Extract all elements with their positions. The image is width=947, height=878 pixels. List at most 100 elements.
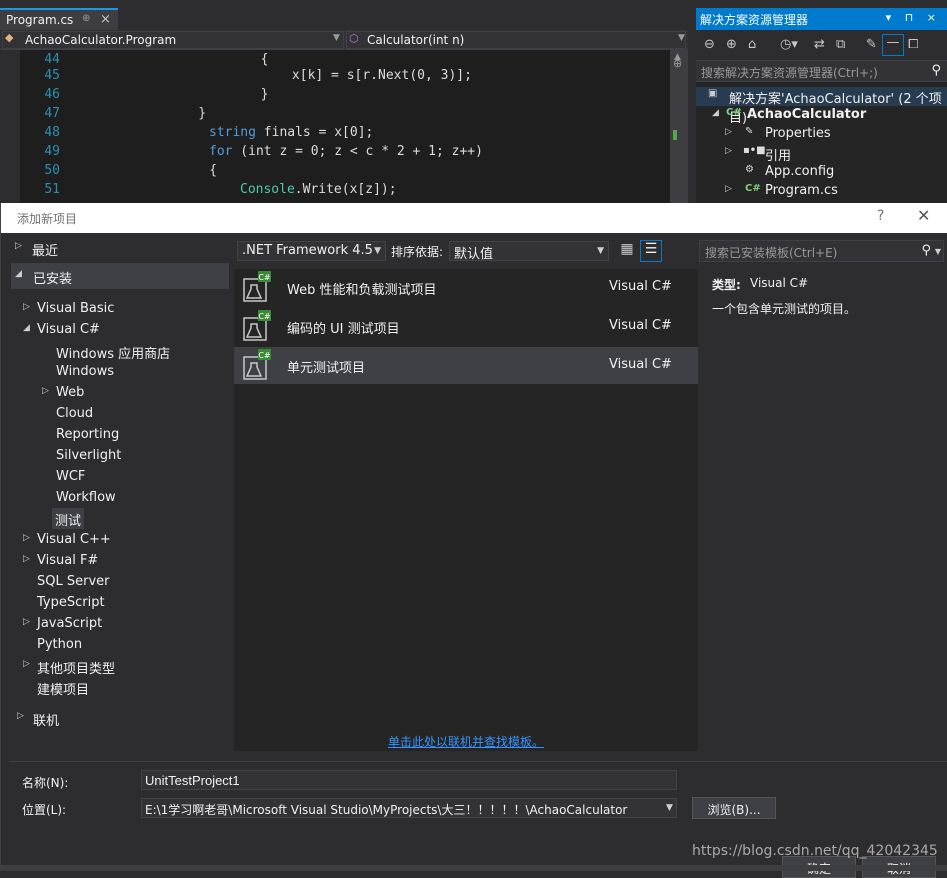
chevron-down-icon: ▼ [374, 246, 381, 256]
properties-icon[interactable]: ✎ [866, 37, 877, 52]
forward-icon[interactable]: ⊕ [726, 37, 737, 52]
location-field[interactable]: E:\1学习啊老哥\Microsoft Visual Studio\MyProj… [141, 798, 677, 818]
location-value: E:\1学习啊老哥\Microsoft Visual Studio\MyProj… [145, 803, 628, 817]
tree-item-program-cs[interactable]: ▷ C# Program.cs [696, 182, 947, 201]
code-text: } [167, 106, 207, 121]
search-icon[interactable]: ⚲ [921, 243, 931, 258]
close-icon[interactable]: ✕ [917, 206, 930, 225]
type-dropdown-label: AchaoCalculator.Program [25, 33, 177, 47]
collapsed-icon[interactable]: ▷ [23, 533, 30, 543]
template-item-selected[interactable]: C# 单元测试项目 Visual C# [234, 347, 698, 384]
close-icon[interactable]: × [100, 12, 111, 27]
item-label: 引用 [765, 149, 792, 164]
tree-item-test[interactable]: 测试 [52, 508, 84, 529]
keyword: for [209, 144, 233, 159]
list-view-icon[interactable]: ☰ [640, 240, 662, 262]
collapsed-icon[interactable]: ▷ [23, 302, 30, 312]
line-number: 51 [44, 182, 60, 197]
sync-icon[interactable]: ⇄ [814, 37, 825, 52]
collapse-all-icon[interactable]: ⧉ [836, 37, 845, 52]
class-icon: ◆ [5, 31, 14, 44]
tree-label: Web [56, 385, 85, 400]
type-dropdown[interactable]: AchaoCalculator.Program [2, 31, 344, 49]
find-online-templates-link[interactable]: 单击此处以联机并查找模板。 [234, 733, 698, 750]
keyword: string [209, 125, 256, 140]
search-icon[interactable]: ⚲ [931, 63, 941, 78]
tree-item-solution[interactable]: ▣ 解决方案'AchaoCalculator' (2 个项目) [696, 87, 947, 126]
code-editor-area: Program.cs ⊕ × AchaoCalculator.Program ◆… [0, 0, 696, 205]
collapsed-icon[interactable]: ▷ [23, 659, 30, 669]
collapsed-icon[interactable]: ▷ [23, 554, 30, 564]
vertical-scrollbar[interactable]: ▲ ⊕ [670, 50, 688, 205]
collapsed-icon[interactable]: ▷ [15, 241, 22, 251]
code-line: 47 } [20, 104, 670, 123]
code-line: 48 string finals = x[0]; [20, 123, 670, 142]
tree-label: 已安装 [33, 272, 73, 287]
collapsed-icon[interactable]: ▷ [725, 146, 732, 156]
tab-program-cs[interactable]: Program.cs ⊕ × [0, 8, 118, 30]
tree-label: Visual F# [37, 553, 99, 568]
template-item[interactable]: C# 编码的 UI 测试项目 Visual C# [234, 308, 698, 345]
tree-item-properties[interactable]: ▷ ✎ Properties [696, 125, 947, 144]
tree-label: Reporting [56, 427, 120, 442]
item-label: Properties [765, 126, 831, 141]
collapsed-icon[interactable]: ▷ [725, 127, 732, 137]
browse-button[interactable]: 浏览(B)... [692, 797, 776, 819]
chevron-down-icon[interactable]: ▼ [666, 803, 673, 813]
tree-item-installed[interactable]: ◢ 已安装 [11, 263, 229, 289]
tree-label: TypeScript [37, 595, 105, 610]
line-number: 50 [44, 163, 60, 178]
type-value: Visual C# [750, 276, 809, 290]
code-view[interactable]: 44 { 45 x[k] = s[r.Next(0, 3)]; 46 } 47 … [20, 50, 670, 205]
chevron-down-icon[interactable]: ▼ [333, 33, 340, 43]
collapsed-icon[interactable]: ▷ [23, 617, 30, 627]
dialog-title: 添加新项目 [17, 212, 78, 226]
project-name-field[interactable] [141, 770, 677, 790]
dialog-titlebar: 添加新项目 ? ✕ [1, 203, 947, 233]
panel-window-buttons[interactable]: ▾ ⊓ × [886, 11, 941, 24]
tree-label: Cloud [56, 406, 94, 421]
document-tab-bar: Program.cs ⊕ × [0, 8, 695, 30]
collapsed-icon[interactable]: ▷ [17, 711, 24, 721]
template-search-input[interactable]: 搜索已安装模板(Ctrl+E) ⚲ ▼ [699, 240, 944, 262]
tree-item-project[interactable]: ◢ C# AchaoCalculator [696, 106, 947, 125]
type-label: 类型: [712, 278, 741, 292]
chevron-down-icon[interactable]: ▼ [935, 247, 941, 256]
back-icon[interactable]: ⊖ [704, 37, 715, 52]
expanded-icon[interactable]: ◢ [15, 269, 22, 279]
pin-icon[interactable]: — [882, 34, 904, 56]
expanded-icon[interactable]: ◢ [23, 323, 30, 333]
template-item[interactable]: C# Web 性能和负载测试项目 Visual C# [234, 269, 698, 306]
framework-value: .NET Framework 4.5 [242, 243, 373, 258]
solution-icon: ▣ [708, 88, 718, 99]
pin-icon[interactable]: ⊕ [82, 13, 90, 24]
class-diagram-icon[interactable]: ⧠ [908, 37, 918, 52]
help-icon[interactable]: ? [877, 208, 884, 224]
split-icon[interactable]: ⊕ [673, 57, 682, 70]
tree-label: SQL Server [37, 574, 110, 589]
sort-value: 默认值 [454, 247, 494, 262]
history-icon[interactable]: ◷▾ [780, 37, 798, 52]
wrench-icon: ✎ [745, 126, 754, 137]
solution-explorer-title: 解决方案资源管理器 ▾ ⊓ × [696, 8, 947, 30]
tree-label: Workflow [56, 490, 116, 505]
home-icon[interactable]: ⌂ [748, 37, 756, 52]
tree-label: 测试 [55, 514, 82, 529]
tree-label: 最近 [32, 244, 59, 259]
tree-item-references[interactable]: ▷ ▪•■ 引用 [696, 144, 947, 164]
splitter[interactable] [688, 0, 696, 205]
config-file-icon: ⚙ [745, 164, 754, 175]
sort-dropdown[interactable]: 默认值 ▼ [449, 241, 609, 262]
collapsed-icon[interactable]: ▷ [42, 386, 49, 396]
solution-search-input[interactable]: 搜索解决方案资源管理器(Ctrl+;) ⚲ [696, 60, 947, 82]
tree-label: Windows 应用商店 [56, 347, 171, 362]
expanded-icon[interactable]: ◢ [712, 108, 719, 118]
chevron-down-icon[interactable]: ▼ [678, 33, 685, 43]
grid-view-icon[interactable]: ▦ [617, 241, 637, 261]
member-dropdown[interactable]: Calculator(int n) [346, 31, 686, 49]
tree-item-app-config[interactable]: ⚙ App.config [696, 163, 947, 182]
type-name: Console [240, 182, 295, 197]
framework-dropdown[interactable]: .NET Framework 4.5 ▼ [237, 241, 386, 261]
line-number: 45 [44, 68, 60, 83]
collapsed-icon[interactable]: ▷ [725, 184, 732, 194]
